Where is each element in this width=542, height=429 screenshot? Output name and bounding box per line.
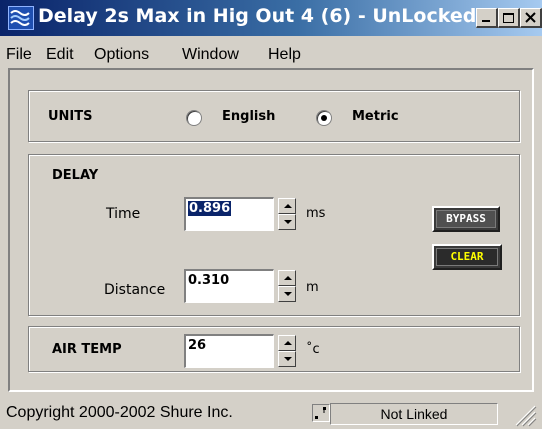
time-value: 0.896 [188, 201, 232, 216]
air-temp-spinner[interactable] [278, 335, 296, 367]
distance-label: Distance [104, 282, 166, 298]
arrow-down-icon [284, 292, 292, 296]
arrow-up-icon [284, 341, 292, 345]
title-bar[interactable]: Delay 2s Max in Hig Out 4 (6) - UnLocked [0, 0, 542, 36]
delay-group [28, 154, 520, 316]
bypass-label: BYPASS [436, 210, 496, 228]
menu-file-label: File [6, 46, 32, 63]
arrow-up-icon [284, 204, 292, 208]
distance-spin-up[interactable] [278, 270, 296, 286]
arrow-up-icon [284, 276, 292, 280]
clear-button[interactable]: CLEAR [432, 244, 502, 270]
english-radio[interactable] [186, 110, 202, 126]
time-spinner[interactable] [278, 198, 296, 230]
menu-file[interactable]: File [6, 46, 32, 64]
distance-value: 0.310 [188, 273, 230, 288]
air-temp-value: 26 [188, 338, 207, 353]
time-input[interactable]: 0.896 [184, 197, 274, 231]
time-spin-down[interactable] [278, 214, 296, 230]
menu-window[interactable]: Window [182, 46, 239, 64]
link-status-panel: Not Linked [330, 403, 498, 425]
menu-help-label: Help [268, 46, 301, 63]
application-window: Delay 2s Max in Hig Out 4 (6) - UnLocked… [0, 0, 542, 429]
menu-help[interactable]: Help [268, 46, 301, 64]
distance-input[interactable]: 0.310 [184, 269, 274, 303]
menu-edit-label: Edit [46, 46, 74, 63]
radio-selected-dot [321, 115, 327, 121]
menu-edit[interactable]: Edit [46, 46, 74, 64]
menu-window-label: Window [182, 46, 239, 63]
time-spin-up[interactable] [278, 198, 296, 214]
air-temp-spin-up[interactable] [278, 335, 296, 351]
clear-label: CLEAR [436, 248, 498, 266]
air-temp-spin-down[interactable] [278, 351, 296, 367]
close-icon [525, 12, 536, 23]
metric-label[interactable]: Metric [352, 109, 399, 124]
arrow-down-icon [284, 357, 292, 361]
delay-label: DELAY [52, 168, 99, 183]
metric-radio[interactable] [316, 110, 332, 126]
copyright-text: Copyright 2000-2002 Shure Inc. [6, 404, 233, 421]
window-title: Delay 2s Max in Hig Out 4 (6) - UnLocked [38, 5, 477, 27]
units-label: UNITS [48, 109, 93, 124]
distance-spin-down[interactable] [278, 286, 296, 302]
menu-options[interactable]: Options [94, 46, 149, 64]
link-status-icon [312, 404, 330, 422]
maximize-button[interactable] [498, 8, 520, 28]
distance-unit: m [306, 280, 319, 295]
arrow-down-icon [284, 220, 292, 224]
menu-bar: File Edit Options Window Help [0, 38, 542, 68]
app-icon[interactable] [8, 6, 34, 30]
resize-grip-icon[interactable] [508, 400, 538, 428]
close-button[interactable] [520, 8, 542, 28]
air-temp-unit: ˚c [306, 342, 320, 357]
air-temp-input[interactable]: 26 [184, 334, 274, 368]
distance-spinner[interactable] [278, 270, 296, 302]
minimize-button[interactable] [476, 8, 498, 28]
bypass-button[interactable]: BYPASS [432, 206, 500, 232]
maximize-icon [503, 13, 514, 23]
time-unit: ms [306, 206, 326, 221]
minimize-icon [482, 20, 490, 22]
air-temp-label: AIR TEMP [52, 342, 122, 357]
menu-options-label: Options [94, 46, 150, 63]
english-label[interactable]: English [222, 109, 275, 124]
time-label: Time [106, 206, 141, 222]
